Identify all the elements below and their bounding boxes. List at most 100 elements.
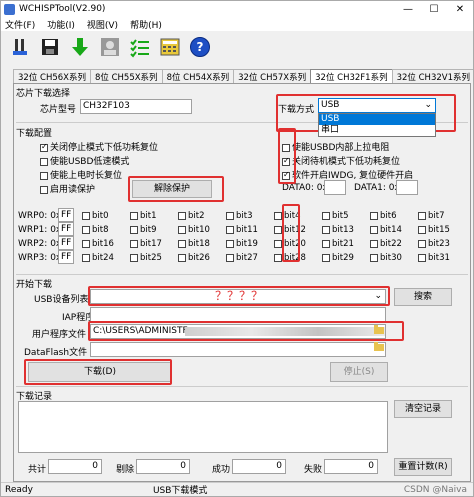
checkbox[interactable] xyxy=(274,239,282,248)
config-left-2[interactable]: 使能上电时长复位 xyxy=(40,168,122,181)
download-arrow-icon[interactable] xyxy=(67,34,93,60)
user-icon[interactable] xyxy=(97,34,123,60)
wrp-bit-checkbox[interactable]: bit12 xyxy=(274,225,306,235)
stop-button[interactable]: 停止(S) xyxy=(330,362,388,382)
tab-ch55x[interactable]: 8位 CH55X系列 xyxy=(89,69,163,84)
tab-ch57x[interactable]: 32位 CH57X系列 xyxy=(233,69,312,84)
wrp-value-input[interactable]: FF xyxy=(58,250,74,264)
chip-model-select[interactable]: CH32F103 xyxy=(80,99,192,114)
tab-ch54x[interactable]: 8位 CH54X系列 xyxy=(161,69,235,84)
wrp-bit-checkbox[interactable]: bit3 xyxy=(226,211,253,221)
checkbox[interactable] xyxy=(82,253,90,262)
wrp-bit-checkbox[interactable]: bit9 xyxy=(130,225,157,235)
checkbox[interactable] xyxy=(418,211,426,220)
wrp-value-input[interactable]: FF xyxy=(58,236,74,250)
checkbox[interactable] xyxy=(282,170,290,180)
checkbox[interactable] xyxy=(40,185,48,194)
checkbox[interactable] xyxy=(82,211,90,220)
config-right-2[interactable]: 软件开启IWDG, 复位硬件开启 xyxy=(282,168,413,181)
wrp-bit-checkbox[interactable]: bit15 xyxy=(418,225,450,235)
checkbox[interactable] xyxy=(370,239,378,248)
option-serial[interactable]: 串口 xyxy=(319,125,435,136)
checkbox[interactable] xyxy=(370,253,378,262)
checkbox[interactable] xyxy=(130,225,138,234)
wrp-bit-checkbox[interactable]: bit18 xyxy=(178,239,210,249)
wrp-bit-checkbox[interactable]: bit21 xyxy=(322,239,354,249)
checkbox[interactable] xyxy=(82,225,90,234)
wrp-bit-checkbox[interactable]: bit26 xyxy=(178,253,210,263)
calculator-icon[interactable] xyxy=(157,34,183,60)
dataflash-file-input[interactable] xyxy=(90,342,386,357)
menu-file[interactable]: 文件(F) xyxy=(5,18,35,31)
download-method-select[interactable]: USB ⌄ xyxy=(318,98,436,113)
data1-input[interactable] xyxy=(396,180,418,195)
wrp-bit-checkbox[interactable]: bit24 xyxy=(82,253,114,263)
wrp-bit-checkbox[interactable]: bit2 xyxy=(178,211,205,221)
checkbox[interactable] xyxy=(130,239,138,248)
checkbox[interactable] xyxy=(370,225,378,234)
option-usb[interactable]: USB xyxy=(319,114,435,125)
checkbox[interactable] xyxy=(282,156,290,166)
wrp-bit-checkbox[interactable]: bit27 xyxy=(226,253,258,263)
checkbox[interactable] xyxy=(178,239,186,248)
close-button[interactable]: ✕ xyxy=(447,4,473,15)
tab-ch56x[interactable]: 32位 CH56X系列 xyxy=(13,69,91,84)
wrp-bit-checkbox[interactable]: bit8 xyxy=(82,225,109,235)
checkbox[interactable] xyxy=(226,239,234,248)
maximize-button[interactable]: ☐ xyxy=(421,4,447,15)
help-icon[interactable]: ? xyxy=(187,34,213,60)
checkbox[interactable] xyxy=(418,253,426,262)
folder-icon[interactable] xyxy=(374,324,384,338)
checkbox[interactable] xyxy=(282,143,290,152)
checkbox[interactable] xyxy=(82,239,90,248)
wrp-bit-checkbox[interactable]: bit0 xyxy=(82,211,109,221)
download-button[interactable]: 下载(D) xyxy=(28,362,172,382)
iap-file-input[interactable] xyxy=(90,307,386,322)
wrp-bit-checkbox[interactable]: bit31 xyxy=(418,253,450,263)
checkbox[interactable] xyxy=(226,225,234,234)
checkbox[interactable] xyxy=(178,253,186,262)
wrp-bit-checkbox[interactable]: bit23 xyxy=(418,239,450,249)
checkbox[interactable] xyxy=(40,142,48,152)
save-icon[interactable] xyxy=(37,34,63,60)
tab-ch32v1[interactable]: 32位 CH32V1系列 xyxy=(391,69,473,84)
unprotect-button[interactable]: 解除保护 xyxy=(132,180,212,198)
reset-count-button[interactable]: 重置计数(R) xyxy=(394,458,452,476)
wrp-bit-checkbox[interactable]: bit11 xyxy=(226,225,258,235)
wrp-bit-checkbox[interactable]: bit16 xyxy=(82,239,114,249)
checkbox[interactable] xyxy=(274,225,282,234)
wrp-bit-checkbox[interactable]: bit13 xyxy=(322,225,354,235)
log-area[interactable] xyxy=(18,401,388,453)
data0-input[interactable] xyxy=(324,180,346,195)
menu-function[interactable]: 功能(I) xyxy=(47,18,75,31)
usb-device-select[interactable]: ？？？？ ⌄ xyxy=(90,289,386,304)
wrp-bit-checkbox[interactable]: bit4 xyxy=(274,211,301,221)
wrp-value-input[interactable]: FF xyxy=(58,208,74,222)
config-left-3[interactable]: 启用读保护 xyxy=(40,182,95,195)
checkbox[interactable] xyxy=(40,171,48,180)
wrp-bit-checkbox[interactable]: bit29 xyxy=(322,253,354,263)
checkbox[interactable] xyxy=(370,211,378,220)
wrp-bit-checkbox[interactable]: bit7 xyxy=(418,211,445,221)
checkbox[interactable] xyxy=(322,225,330,234)
config-left-1[interactable]: 使能USBD低速模式 xyxy=(40,154,129,167)
checkbox[interactable] xyxy=(274,211,282,220)
minimize-button[interactable]: — xyxy=(395,4,421,15)
wrp-bit-checkbox[interactable]: bit19 xyxy=(226,239,258,249)
wrp-bit-checkbox[interactable]: bit14 xyxy=(370,225,402,235)
checkbox[interactable] xyxy=(322,253,330,262)
checkbox[interactable] xyxy=(226,211,234,220)
wrp-bit-checkbox[interactable]: bit28 xyxy=(274,253,306,263)
checkbox[interactable] xyxy=(178,225,186,234)
user-file-input[interactable]: C:\USERS\ADMINISTF xyxy=(90,324,386,339)
checkbox[interactable] xyxy=(178,211,186,220)
checkbox[interactable] xyxy=(130,253,138,262)
open-file-icon[interactable] xyxy=(7,34,33,60)
config-left-0[interactable]: 关闭停止模式下低功耗复位 xyxy=(40,140,158,153)
wrp-bit-checkbox[interactable]: bit1 xyxy=(130,211,157,221)
wrp-value-input[interactable]: FF xyxy=(58,222,74,236)
search-button[interactable]: 搜索 xyxy=(394,288,452,306)
wrp-bit-checkbox[interactable]: bit22 xyxy=(370,239,402,249)
wrp-bit-checkbox[interactable]: bit5 xyxy=(322,211,349,221)
config-right-0[interactable]: 使能USBD内部上拉电阻 xyxy=(282,140,389,153)
